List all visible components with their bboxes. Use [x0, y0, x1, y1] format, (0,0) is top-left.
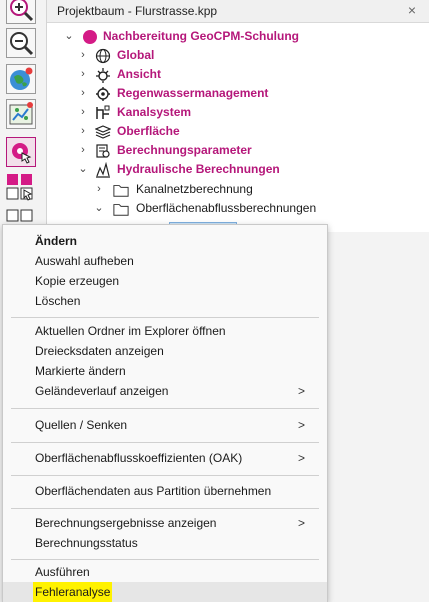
project-icon — [83, 30, 97, 44]
tree-item-berechnungsparameter[interactable]: › Berechnungsparameter — [47, 141, 429, 160]
map-grid-icon — [9, 102, 33, 125]
map-view-button[interactable] — [6, 99, 36, 129]
menu-separator — [11, 559, 319, 560]
tree-item-ansicht[interactable]: › Ansicht — [47, 65, 429, 84]
select-object-button[interactable] — [6, 137, 36, 167]
chevron-right-icon[interactable]: › — [77, 103, 89, 122]
tree-item-label: Kanalsystem — [117, 105, 192, 119]
chevron-right-icon[interactable]: › — [77, 46, 89, 65]
tree-root[interactable]: ⌄ Nachbereitung GeoCPM-Schulung — [47, 27, 429, 46]
menu-item-explorer-oeffnen[interactable]: Aktuellen Ordner im Explorer öffnen — [3, 321, 327, 341]
submenu-arrow-icon: > — [297, 418, 305, 432]
menu-item-auswahl-aufheben[interactable]: Auswahl aufheben — [3, 251, 327, 271]
menu-separator — [11, 317, 319, 318]
tree-item-label: Oberfläche — [117, 124, 180, 138]
folder-icon — [113, 185, 129, 197]
hydraulic-chart-icon — [96, 162, 110, 178]
layers-icon — [95, 125, 111, 139]
chevron-right-icon[interactable]: › — [77, 122, 89, 141]
panel-title-bar: Projektbaum - Flurstrasse.kpp × — [47, 0, 429, 23]
tree-item-label: Regenwassermanagement — [117, 86, 269, 100]
globe-icon — [95, 48, 111, 64]
pipe-network-icon — [96, 105, 110, 119]
chevron-right-icon[interactable]: › — [77, 84, 89, 103]
chevron-down-icon[interactable]: ⌄ — [77, 160, 89, 179]
tree-item-label: Berechnungsparameter — [117, 143, 252, 157]
tree-folder-oberflaechenabflussberechnungen[interactable]: ⌄ Oberflächenabflussberechnungen — [47, 199, 429, 218]
rain-gear-icon — [96, 87, 110, 101]
menu-item-kopie-erzeugen[interactable]: Kopie erzeugen — [3, 271, 327, 291]
zoom-out-icon — [10, 32, 34, 56]
zoom-in-icon — [10, 0, 34, 22]
menu-separator — [11, 475, 319, 476]
settings-sheet-icon — [96, 144, 110, 158]
tree-item-label: Global — [117, 48, 155, 62]
global-view-button[interactable] — [6, 64, 36, 94]
submenu-arrow-icon: > — [297, 384, 305, 398]
tree-folder-label: Kanalnetzberechnung — [136, 182, 253, 196]
menu-item-quellen-senken[interactable]: Quellen / Senken > — [3, 415, 327, 435]
window-select-button[interactable] — [6, 172, 36, 202]
menu-item-berechnungsergebnisse[interactable]: Berechnungsergebnisse anzeigen > — [3, 513, 327, 533]
tree-item-hydraulische-berechnungen[interactable]: ⌄ Hydraulische Berechnungen — [47, 160, 429, 179]
panel-title: Projektbaum - Flurstrasse.kpp — [57, 4, 218, 18]
tree-item-global[interactable]: › Global — [47, 46, 429, 65]
menu-item-berechnungsstatus[interactable]: Berechnungsstatus — [3, 533, 327, 553]
tree-item-label: Hydraulische Berechnungen — [117, 162, 280, 176]
chevron-right-icon[interactable]: › — [93, 180, 105, 199]
chevron-down-icon[interactable]: ⌄ — [93, 199, 105, 218]
tree-item-kanalsystem[interactable]: › Kanalsystem — [47, 103, 429, 122]
left-toolbar — [0, 0, 46, 230]
project-tree-panel: Projektbaum - Flurstrasse.kpp × ⌄ Nachbe… — [46, 0, 429, 238]
tree-root-label: Nachbereitung GeoCPM-Schulung — [103, 29, 300, 43]
tree-folder-kanalnetzberechnung[interactable]: › Kanalnetzberechnung — [47, 180, 429, 199]
menu-separator — [11, 408, 319, 409]
globe-zoom-icon — [10, 67, 33, 90]
menu-item-loeschen[interactable]: Löschen — [3, 291, 327, 311]
menu-item-ausfuehren[interactable]: Ausführen — [3, 562, 327, 582]
view-gear-icon — [96, 68, 110, 83]
context-menu: Ändern Auswahl aufheben Kopie erzeugen L… — [2, 224, 328, 602]
menu-item-markierte-aendern[interactable]: Markierte ändern — [3, 361, 327, 381]
submenu-arrow-icon: > — [297, 451, 305, 465]
menu-item-gelaendeverlauf[interactable]: Geländeverlauf anzeigen > — [3, 381, 327, 401]
zoom-out-button[interactable] — [6, 28, 36, 58]
chevron-down-icon[interactable]: ⌄ — [63, 27, 75, 46]
grid-select-icon — [6, 209, 33, 222]
zoom-in-button[interactable] — [6, 0, 36, 24]
window-select-icon — [6, 174, 33, 201]
tree-item-label: Ansicht — [117, 67, 162, 81]
menu-separator — [11, 442, 319, 443]
magenta-target-cursor-icon — [12, 143, 32, 164]
tree-item-oberflaeche[interactable]: › Oberfläche — [47, 122, 429, 141]
chevron-right-icon[interactable]: › — [77, 141, 89, 160]
submenu-arrow-icon: > — [297, 516, 305, 530]
chevron-right-icon[interactable]: › — [77, 65, 89, 84]
tree-item-regenwassermanagement[interactable]: › Regenwassermanagement — [47, 84, 429, 103]
close-icon[interactable]: × — [408, 2, 416, 18]
menu-item-dreiecksdaten[interactable]: Dreiecksdaten anzeigen — [3, 341, 327, 361]
menu-item-fehleranalyse[interactable]: Fehleranalyse — [3, 582, 327, 602]
menu-item-aendern[interactable]: Ändern — [3, 231, 327, 251]
folder-icon — [113, 204, 129, 216]
menu-item-oak[interactable]: Oberflächenabflusskoeffizienten (OAK) > — [3, 448, 327, 468]
menu-item-partition-uebernehmen[interactable]: Oberflächendaten aus Partition übernehme… — [3, 481, 327, 501]
tree-folder-label: Oberflächenabflussberechnungen — [136, 201, 317, 215]
menu-separator — [11, 508, 319, 509]
